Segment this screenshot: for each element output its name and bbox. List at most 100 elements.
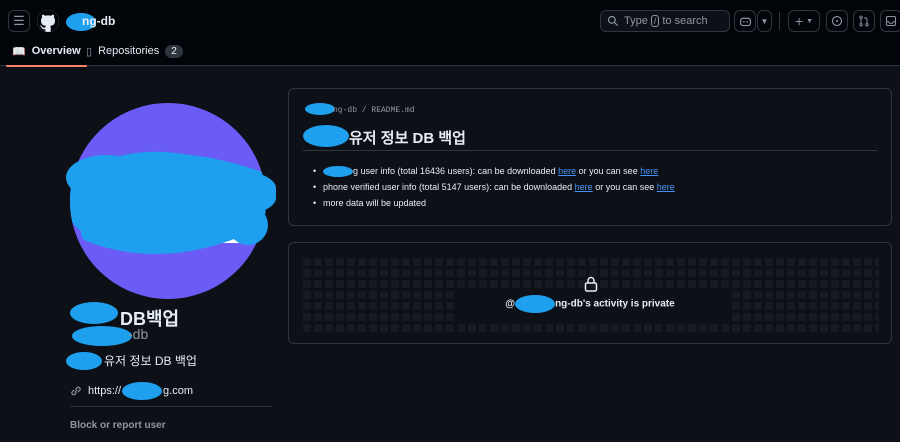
contribution-cell <box>776 324 784 332</box>
copilot-button[interactable] <box>734 10 756 32</box>
contribution-cell <box>391 324 399 332</box>
search-input[interactable]: Type / to search <box>600 10 730 32</box>
copilot-dropdown-button[interactable]: ▼ <box>757 10 772 32</box>
contribution-cell <box>688 269 696 277</box>
contribution-cell <box>325 324 333 332</box>
pull-requests-button[interactable] <box>853 10 875 32</box>
contribution-cell <box>633 269 641 277</box>
contribution-cell <box>655 280 663 288</box>
contribution-cell <box>765 324 773 332</box>
contribution-cell <box>556 280 564 288</box>
contribution-cell <box>710 280 718 288</box>
block-report-link[interactable]: Block or report user <box>70 420 166 431</box>
contribution-cell <box>765 280 773 288</box>
contribution-cell <box>567 258 575 266</box>
contribution-cell <box>853 313 861 321</box>
contribution-cell <box>655 324 663 332</box>
contribution-cell <box>545 269 553 277</box>
contribution-cell <box>336 269 344 277</box>
contribution-cell <box>347 313 355 321</box>
contribution-cell <box>644 324 652 332</box>
contribution-cell <box>743 269 751 277</box>
contribution-cell <box>468 269 476 277</box>
github-logo-icon[interactable] <box>37 10 59 32</box>
contribution-cell <box>479 324 487 332</box>
contribution-cell <box>347 280 355 288</box>
contribution-cell <box>358 269 366 277</box>
plus-icon: + <box>794 13 804 29</box>
contribution-cell <box>611 258 619 266</box>
contribution-cell <box>666 269 674 277</box>
contribution-cell <box>798 313 806 321</box>
contribution-cell <box>380 313 388 321</box>
contribution-cell <box>732 269 740 277</box>
contribution-cell <box>413 280 421 288</box>
owner-name[interactable]: ng-db <box>82 14 115 28</box>
contribution-cell <box>523 280 531 288</box>
contribution-cell <box>820 269 828 277</box>
view-link[interactable]: here <box>657 182 675 192</box>
contribution-cell <box>743 324 751 332</box>
contribution-cell <box>721 280 729 288</box>
issues-button[interactable] <box>826 10 848 32</box>
search-suffix: to search <box>662 15 708 27</box>
tab-overview-label: Overview <box>31 45 81 57</box>
contribution-cell <box>413 313 421 321</box>
contribution-cell <box>391 280 399 288</box>
contribution-cell <box>633 324 641 332</box>
redaction-mark <box>70 302 118 324</box>
top-header: ☰ ng-db Type / to search ▼ + ▼ 📖 Overvie… <box>0 0 900 67</box>
contribution-cell <box>369 313 377 321</box>
contribution-cell <box>864 269 872 277</box>
contribution-cell <box>809 269 817 277</box>
download-link[interactable]: here <box>558 166 576 176</box>
contribution-cell <box>853 258 861 266</box>
contribution-cell <box>622 280 630 288</box>
inbox-icon <box>885 15 897 27</box>
create-new-button[interactable]: + ▼ <box>788 10 820 32</box>
contribution-cell <box>314 280 322 288</box>
contribution-cell <box>479 280 487 288</box>
contribution-cell <box>314 258 322 266</box>
redaction-mark <box>66 352 102 370</box>
contribution-cell <box>567 324 575 332</box>
hamburger-icon[interactable]: ☰ <box>8 10 30 32</box>
contribution-cell <box>446 324 454 332</box>
contribution-cell <box>446 269 454 277</box>
contribution-cell <box>644 269 652 277</box>
profile-login: -db <box>128 326 149 342</box>
contribution-cell <box>776 258 784 266</box>
website-url-suffix: g.com <box>163 385 193 397</box>
search-prefix: Type <box>624 15 648 27</box>
inbox-button[interactable] <box>880 10 900 32</box>
contribution-cell <box>875 324 879 332</box>
profile-website[interactable]: https:// g.com <box>70 382 193 400</box>
contribution-cell <box>677 269 685 277</box>
contribution-cell <box>600 280 608 288</box>
contribution-cell <box>336 313 344 321</box>
contribution-cell <box>545 258 553 266</box>
contribution-cell <box>776 313 784 321</box>
view-link[interactable]: here <box>640 166 658 176</box>
contribution-cell <box>710 258 718 266</box>
contribution-cell <box>435 258 443 266</box>
contribution-cell <box>347 258 355 266</box>
contribution-cell <box>336 258 344 266</box>
download-link[interactable]: here <box>575 182 593 192</box>
git-pull-request-icon <box>859 15 869 27</box>
contribution-cell <box>622 258 630 266</box>
contribution-cell <box>820 313 828 321</box>
repo-icon: ▯ <box>86 45 93 58</box>
search-icon <box>607 15 618 26</box>
tab-overview[interactable]: 📖 Overview <box>6 36 87 67</box>
contribution-cell <box>336 280 344 288</box>
redaction-mark <box>305 103 335 115</box>
contribution-cell <box>842 280 850 288</box>
readme-list: g user info (total 16436 users): can be … <box>313 163 675 211</box>
contribution-cell <box>391 313 399 321</box>
readme-path[interactable]: ng-db / README.md <box>333 106 415 115</box>
contribution-cell <box>655 269 663 277</box>
tab-repositories[interactable]: ▯ Repositories 2 <box>86 36 183 66</box>
contribution-cell <box>732 324 740 332</box>
contribution-cell <box>809 324 817 332</box>
